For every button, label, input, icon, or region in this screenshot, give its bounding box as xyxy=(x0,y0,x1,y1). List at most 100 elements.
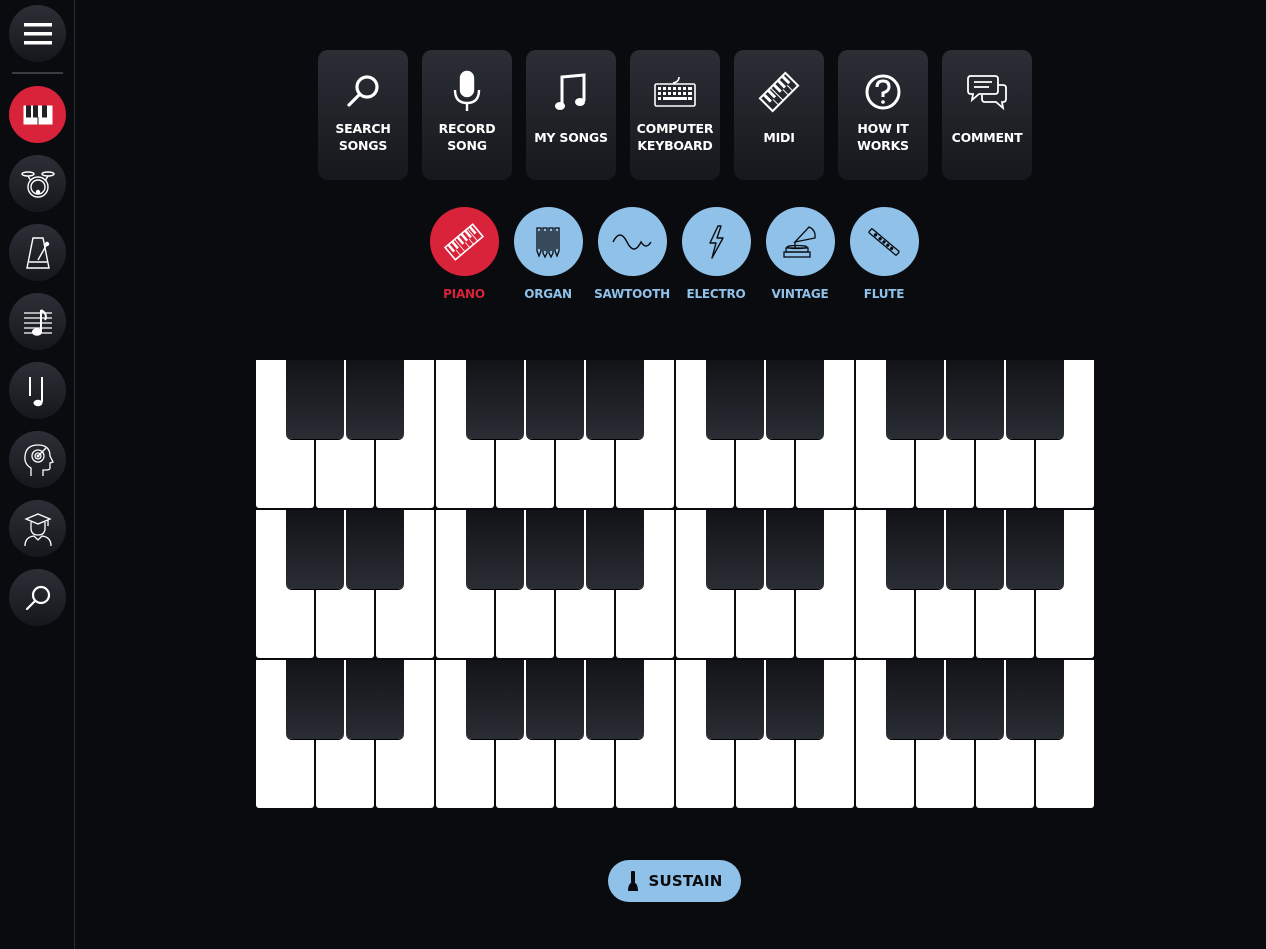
record-song-button[interactable]: RECORD SONG xyxy=(422,50,512,180)
sound-flute-circle[interactable] xyxy=(849,207,919,276)
sound-vintage[interactable]: VINTAGE xyxy=(765,207,835,301)
sound-electro-circle[interactable] xyxy=(681,207,751,276)
sheet-music-icon xyxy=(23,308,52,336)
keyboard-row xyxy=(255,660,1095,808)
my-songs-button[interactable]: MY SONGS xyxy=(526,50,616,180)
student-graduate-icon xyxy=(23,512,52,546)
sidebar-item-metronome[interactable] xyxy=(9,224,66,281)
sound-piano-circle[interactable] xyxy=(429,207,499,276)
sustain-label: SUSTAIN xyxy=(648,872,723,890)
black-key[interactable] xyxy=(946,660,1004,739)
black-key[interactable] xyxy=(526,360,584,439)
sound-electro-label: ELECTRO xyxy=(686,287,746,301)
black-key[interactable] xyxy=(766,660,824,739)
sustain-pedal-icon xyxy=(627,871,638,891)
sustain-button[interactable]: SUSTAIN xyxy=(608,860,741,902)
black-key[interactable] xyxy=(706,660,764,739)
black-key[interactable] xyxy=(346,660,404,739)
sidebar-item-sheet-music[interactable] xyxy=(9,293,66,350)
black-key[interactable] xyxy=(766,360,824,439)
black-key[interactable] xyxy=(1006,360,1064,439)
piano-icon xyxy=(443,222,485,261)
black-key[interactable] xyxy=(706,510,764,589)
sound-piano-label: PIANO xyxy=(443,287,485,301)
black-key[interactable] xyxy=(286,660,344,739)
midi-label: MIDI xyxy=(763,130,795,145)
chat-bubbles-icon xyxy=(967,75,1007,111)
black-key[interactable] xyxy=(886,660,944,739)
black-key[interactable] xyxy=(526,510,584,589)
wave-icon xyxy=(612,233,652,250)
search-songs-button[interactable]: SEARCH SONGS xyxy=(318,50,408,180)
black-key[interactable] xyxy=(286,360,344,439)
black-key[interactable] xyxy=(1006,660,1064,739)
drums-icon xyxy=(20,170,55,198)
sound-organ[interactable]: ORGAN xyxy=(513,207,583,301)
ear-training-head-icon xyxy=(23,443,54,476)
comment-button[interactable]: COMMENT xyxy=(942,50,1032,180)
black-key[interactable] xyxy=(1006,510,1064,589)
how-it-works-label: HOW IT WORKS xyxy=(857,121,909,153)
my-songs-label: MY SONGS xyxy=(534,130,608,145)
menu-button[interactable] xyxy=(9,5,66,62)
black-key[interactable] xyxy=(466,360,524,439)
keyboard-icon xyxy=(654,76,696,107)
record-song-label: RECORD SONG xyxy=(438,121,496,153)
black-key[interactable] xyxy=(586,660,644,739)
sidebar-item-lessons[interactable] xyxy=(9,500,66,557)
black-key[interactable] xyxy=(706,360,764,439)
black-key[interactable] xyxy=(886,360,944,439)
sound-flute[interactable]: FLUTE xyxy=(849,207,919,301)
menu-icon xyxy=(23,22,52,44)
sound-electro[interactable]: ELECTRO xyxy=(681,207,751,301)
keyboard-row xyxy=(255,510,1095,658)
music-note-icon xyxy=(28,376,43,406)
search-icon xyxy=(347,75,379,107)
black-key[interactable] xyxy=(586,510,644,589)
black-key[interactable] xyxy=(346,360,404,439)
black-key[interactable] xyxy=(946,360,1004,439)
flute-icon xyxy=(868,227,900,256)
comment-label: COMMENT xyxy=(951,130,1023,145)
sidebar xyxy=(0,0,75,949)
black-key[interactable] xyxy=(466,510,524,589)
piano-icon xyxy=(23,105,52,124)
organ-pipes-icon xyxy=(536,226,560,258)
microphone-icon xyxy=(453,70,481,111)
sound-sawtooth-label: SAWTOOTH xyxy=(594,287,670,301)
how-it-works-button[interactable]: HOW IT WORKS xyxy=(838,50,928,180)
sound-piano[interactable]: PIANO xyxy=(429,207,499,301)
black-key[interactable] xyxy=(466,660,524,739)
piano-keyboard xyxy=(255,360,1095,810)
black-key[interactable] xyxy=(586,360,644,439)
question-icon xyxy=(865,74,901,110)
midi-keys-icon xyxy=(758,71,800,113)
computer-keyboard-button[interactable]: COMPUTER KEYBOARD xyxy=(630,50,720,180)
black-key[interactable] xyxy=(886,510,944,589)
gramophone-icon xyxy=(783,225,816,258)
sound-vintage-label: VINTAGE xyxy=(771,287,829,301)
black-key[interactable] xyxy=(346,510,404,589)
keyboard-row xyxy=(255,360,1095,508)
sidebar-item-piano[interactable] xyxy=(9,86,66,143)
sound-organ-circle[interactable] xyxy=(513,207,583,276)
black-key[interactable] xyxy=(946,510,1004,589)
metronome-icon xyxy=(25,236,50,269)
sidebar-item-ear-training[interactable] xyxy=(9,431,66,488)
sidebar-item-drums[interactable] xyxy=(9,155,66,212)
black-key[interactable] xyxy=(526,660,584,739)
search-songs-label: SEARCH SONGS xyxy=(335,121,391,153)
sidebar-item-note[interactable] xyxy=(9,362,66,419)
midi-button[interactable]: MIDI xyxy=(734,50,824,180)
sound-sawtooth[interactable]: SAWTOOTH xyxy=(594,207,670,301)
sound-sawtooth-circle[interactable] xyxy=(597,207,667,276)
sound-flute-label: FLUTE xyxy=(863,287,905,301)
sound-vintage-circle[interactable] xyxy=(765,207,835,276)
sound-organ-label: ORGAN xyxy=(524,287,572,301)
search-icon xyxy=(25,585,50,610)
black-key[interactable] xyxy=(766,510,824,589)
sidebar-item-search[interactable] xyxy=(9,569,66,626)
lightning-icon xyxy=(709,224,724,259)
sidebar-divider xyxy=(12,72,63,74)
black-key[interactable] xyxy=(286,510,344,589)
